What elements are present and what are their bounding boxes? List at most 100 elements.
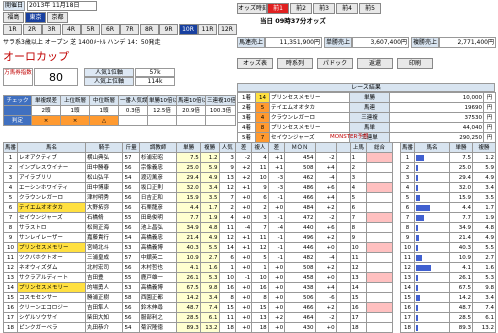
horse-cell-name[interactable]: ネオウィズダム [17, 262, 86, 273]
right-row[interactable]: 4 32.0 3.4 [400, 182, 496, 193]
race-tab-1[interactable]: 1R [3, 24, 22, 35]
col-header-7[interactable]: 人気 [218, 142, 236, 153]
horse-cell-name[interactable]: クリーンエコロジー [17, 302, 86, 313]
horse-cell-name[interactable]: セイウンジャーズ [17, 212, 86, 223]
horse-row[interactable]: 17 シゲルソウサイ 柴田大知 56 服部利之 28.5 6.1 11 +0 13 +2 464 -2 1… [2, 312, 393, 323]
race-tab-12[interactable]: 12R [217, 24, 237, 35]
col-header-8[interactable]: 差 [234, 142, 253, 153]
col-header-14[interactable]: 上馬 [349, 142, 368, 153]
venue-tab-0[interactable]: 福島 [3, 12, 24, 23]
col-header-0[interactable]: 馬番 [2, 142, 19, 153]
horse-cell-name[interactable]: サクラアルディート [17, 272, 86, 283]
horse-cell-name[interactable]: レオアクティブ [17, 152, 86, 163]
horse-row[interactable]: 2 インプレスウイナー 田中勝春 56 宗像義忠 25.0 5.9 9 +2 11 +1 508 +4 2 [2, 162, 393, 173]
horse-row[interactable]: 9 サンレイレーザー 嘉藤貴行 54 高橋義忠 21.4 4.9 12 +1 11 -1 496 +2 9 [2, 232, 393, 243]
right-row[interactable]: 15 14.2 3.4 [400, 292, 496, 303]
horse-cell-name[interactable]: コスモセンサー [17, 292, 86, 303]
right-col-header-1[interactable]: 馬名 [414, 142, 450, 153]
right-col-header-3[interactable]: 複勝 [472, 142, 496, 153]
col-header-3[interactable]: 斤量 [122, 142, 140, 153]
race-tab-3[interactable]: 3R [42, 24, 61, 35]
horse-row[interactable]: 16 クリーンエコロジー 吉田隼人 56 鈴木伸尋 48.7 7.4 15 +0 15 +0 466 +… [2, 302, 393, 313]
right-col-header-0[interactable]: 馬番 [400, 142, 415, 153]
race-tab-7[interactable]: 7R [120, 24, 139, 35]
race-tab-9[interactable]: 9R [159, 24, 178, 35]
horse-cell-name[interactable]: アイラブリリ [17, 172, 86, 183]
right-row[interactable]: 17 28.5 6.1 [400, 312, 496, 323]
horse-cell-name[interactable]: テイエムオオタカ [17, 202, 86, 213]
right-row[interactable]: 13 26.1 5.3 [400, 272, 496, 283]
horse-row[interactable]: 12 ネオウィズダム 北村宏司 56 木村哲也 4.1 1.6 1 +0 1 +0 508 +2 12 [2, 262, 393, 273]
venue-tab-2[interactable]: 京都 [47, 12, 68, 23]
race-tab-2[interactable]: 2R [22, 24, 42, 35]
col-header-13[interactable] [335, 142, 351, 153]
odds-action-0[interactable]: オッズ表 [237, 58, 273, 69]
col-header-10[interactable]: 差 [267, 142, 286, 153]
horse-cell-name[interactable]: エーシンホワイティ [17, 182, 86, 193]
race-tab-4[interactable]: 4R [61, 24, 81, 35]
col-header-15[interactable]: 総合 [366, 142, 393, 153]
odds-tab-1[interactable]: 前1 [267, 3, 289, 14]
right-row[interactable]: 10 40.3 5.5 [400, 242, 496, 253]
right-row[interactable]: 12 4.1 1.6 [400, 262, 496, 273]
right-row[interactable]: 9 21.4 4.9 [400, 232, 496, 243]
horse-row[interactable]: 18 ピンクガーベラ 丸田恭介 54 菊沢隆徳 89.3 13.2 18 +0 18 +0 430 +0… [2, 322, 393, 333]
col-header-9[interactable]: 複人 [251, 142, 269, 153]
race-tab-5[interactable]: 5R [81, 24, 100, 35]
col-header-11[interactable]: ＭＯＮ [284, 142, 316, 153]
horse-row[interactable]: 13 サクラアルディート 吉田豊 55 鹿戸雄一 26.1 5.3 10 -1 10 +0 458 +0… [2, 272, 393, 283]
right-row[interactable]: 8 34.9 4.8 [400, 222, 496, 233]
horse-cell-name[interactable]: ピンクガーベラ [17, 322, 86, 333]
horse-cell-name[interactable]: シゲルソウサイ [17, 312, 86, 323]
horse-row[interactable]: 6 テイエムオオタカ 大野拓弥 56 石栗龍彦 4.4 1.7 2 +0 2 +0 484 +2 6 [2, 202, 393, 213]
odds-tab-5[interactable]: 前5 [359, 3, 381, 14]
right-row[interactable]: 6 4.4 1.7 [400, 202, 496, 213]
horse-cell-name[interactable]: サンレイレーザー [17, 232, 86, 243]
horse-cell-name[interactable]: サラストロ [17, 222, 86, 233]
odds-tab-2[interactable]: 前2 [290, 3, 312, 14]
horse-cell-name[interactable]: プリンセスメモリー [17, 242, 86, 253]
right-row[interactable]: 14 67.5 9.8 [400, 282, 496, 293]
date-picker[interactable]: 2013年 11月18日 [27, 1, 97, 11]
race-tab-6[interactable]: 6R [100, 24, 120, 35]
odds-action-2[interactable]: パドック [317, 58, 353, 69]
horse-row[interactable]: 1 レオアクティブ 横山典弘 57 杉浦宏昭 7.5 1.2 3 -2 4 +1 454 -2 1 [2, 152, 393, 163]
odds-action-4[interactable]: 印刷 [397, 58, 433, 69]
race-tab-8[interactable]: 8R [139, 24, 159, 35]
horse-cell-name[interactable]: インプレスウイナー [17, 162, 86, 173]
horse-row[interactable]: 14 プリンセスメモリー 的場勇人 53 高橋義博 67.5 9.8 16 +0 16 +0 438 +… [2, 282, 393, 293]
horse-row[interactable]: 4 エーシンホワイティ 田中博康 56 坂口正則 32.0 3.4 12 +1 9 -3 486 +6 4 [2, 182, 393, 193]
right-row[interactable]: 5 15.9 3.5 [400, 192, 496, 203]
race-tab-11[interactable]: 11R [198, 24, 217, 35]
horse-row[interactable]: 8 サラストロ 松岡正海 56 池上昌弘 34.9 4.8 11 -4 7 -4 440 +6 8 [2, 222, 393, 233]
horse-row[interactable]: 11 ツクバホクトオー 三浦皇成 57 中舘英二 10.9 2.7 6 +0 5 -1 482 -4 11 [2, 252, 393, 263]
horse-row[interactable]: 7 セイウンジャーズ 石橋脩 55 田島俊明 7.7 1.9 4 +0 3 -1 472 -2 7 [2, 212, 393, 223]
right-row[interactable]: 7 7.7 1.9 [400, 212, 496, 223]
horse-row[interactable]: 3 アイラブリリ 松山弘平 54 渡辺薫彦 29.4 4.9 13 +2 10 -3 462 -4 3 [2, 172, 393, 183]
odds-action-1[interactable]: 時系列 [277, 58, 313, 69]
right-row[interactable]: 16 48.7 7.4 [400, 302, 496, 313]
odds-tab-3[interactable]: 前3 [313, 3, 335, 14]
col-header-4[interactable]: 調教師 [138, 142, 178, 153]
right-col-header-2[interactable]: 単勝 [449, 142, 473, 153]
horse-row[interactable]: 15 コスモセンサー 勝浦正樹 58 西園正都 14.2 3.4 8 +0 8 +0 506 -6 15 [2, 292, 393, 303]
col-header-6[interactable]: 複勝 [199, 142, 220, 153]
col-header-1[interactable]: 馬名 [17, 142, 86, 153]
right-row[interactable]: 3 29.4 4.9 [400, 172, 496, 183]
col-header-5[interactable]: 単勝 [176, 142, 201, 153]
right-row[interactable]: 11 10.9 2.7 [400, 252, 496, 263]
horse-row[interactable]: 5 クラウンレガーロ 津村明秀 56 日吉正和 15.9 3.5 7 +0 6 -1 466 +4 5 [2, 192, 393, 203]
right-row[interactable]: 18 89.3 13.2 [400, 322, 496, 333]
horse-cell-name[interactable]: プリンセスメモリー [17, 282, 86, 293]
right-row[interactable]: 1 7.5 1.2 [400, 152, 496, 163]
odds-tab-0[interactable]: オッズ時刻 [237, 3, 267, 14]
odds-tab-4[interactable]: 前4 [336, 3, 358, 14]
venue-tab-1[interactable]: 東京 [25, 12, 46, 23]
horse-row[interactable]: 10 プリンセスメモリー 宮崎北斗 53 高橋義博 40.3 5.5 14 +1 12 -1 446 +… [2, 242, 393, 253]
col-header-2[interactable]: 騎手 [84, 142, 124, 153]
odds-action-3[interactable]: 返還 [357, 58, 393, 69]
horse-cell-name[interactable]: クラウンレガーロ [17, 192, 86, 203]
right-row[interactable]: 2 25.0 5.9 [400, 162, 496, 173]
horse-cell-name[interactable]: ツクバホクトオー [17, 252, 86, 263]
col-header-12[interactable] [314, 142, 337, 153]
